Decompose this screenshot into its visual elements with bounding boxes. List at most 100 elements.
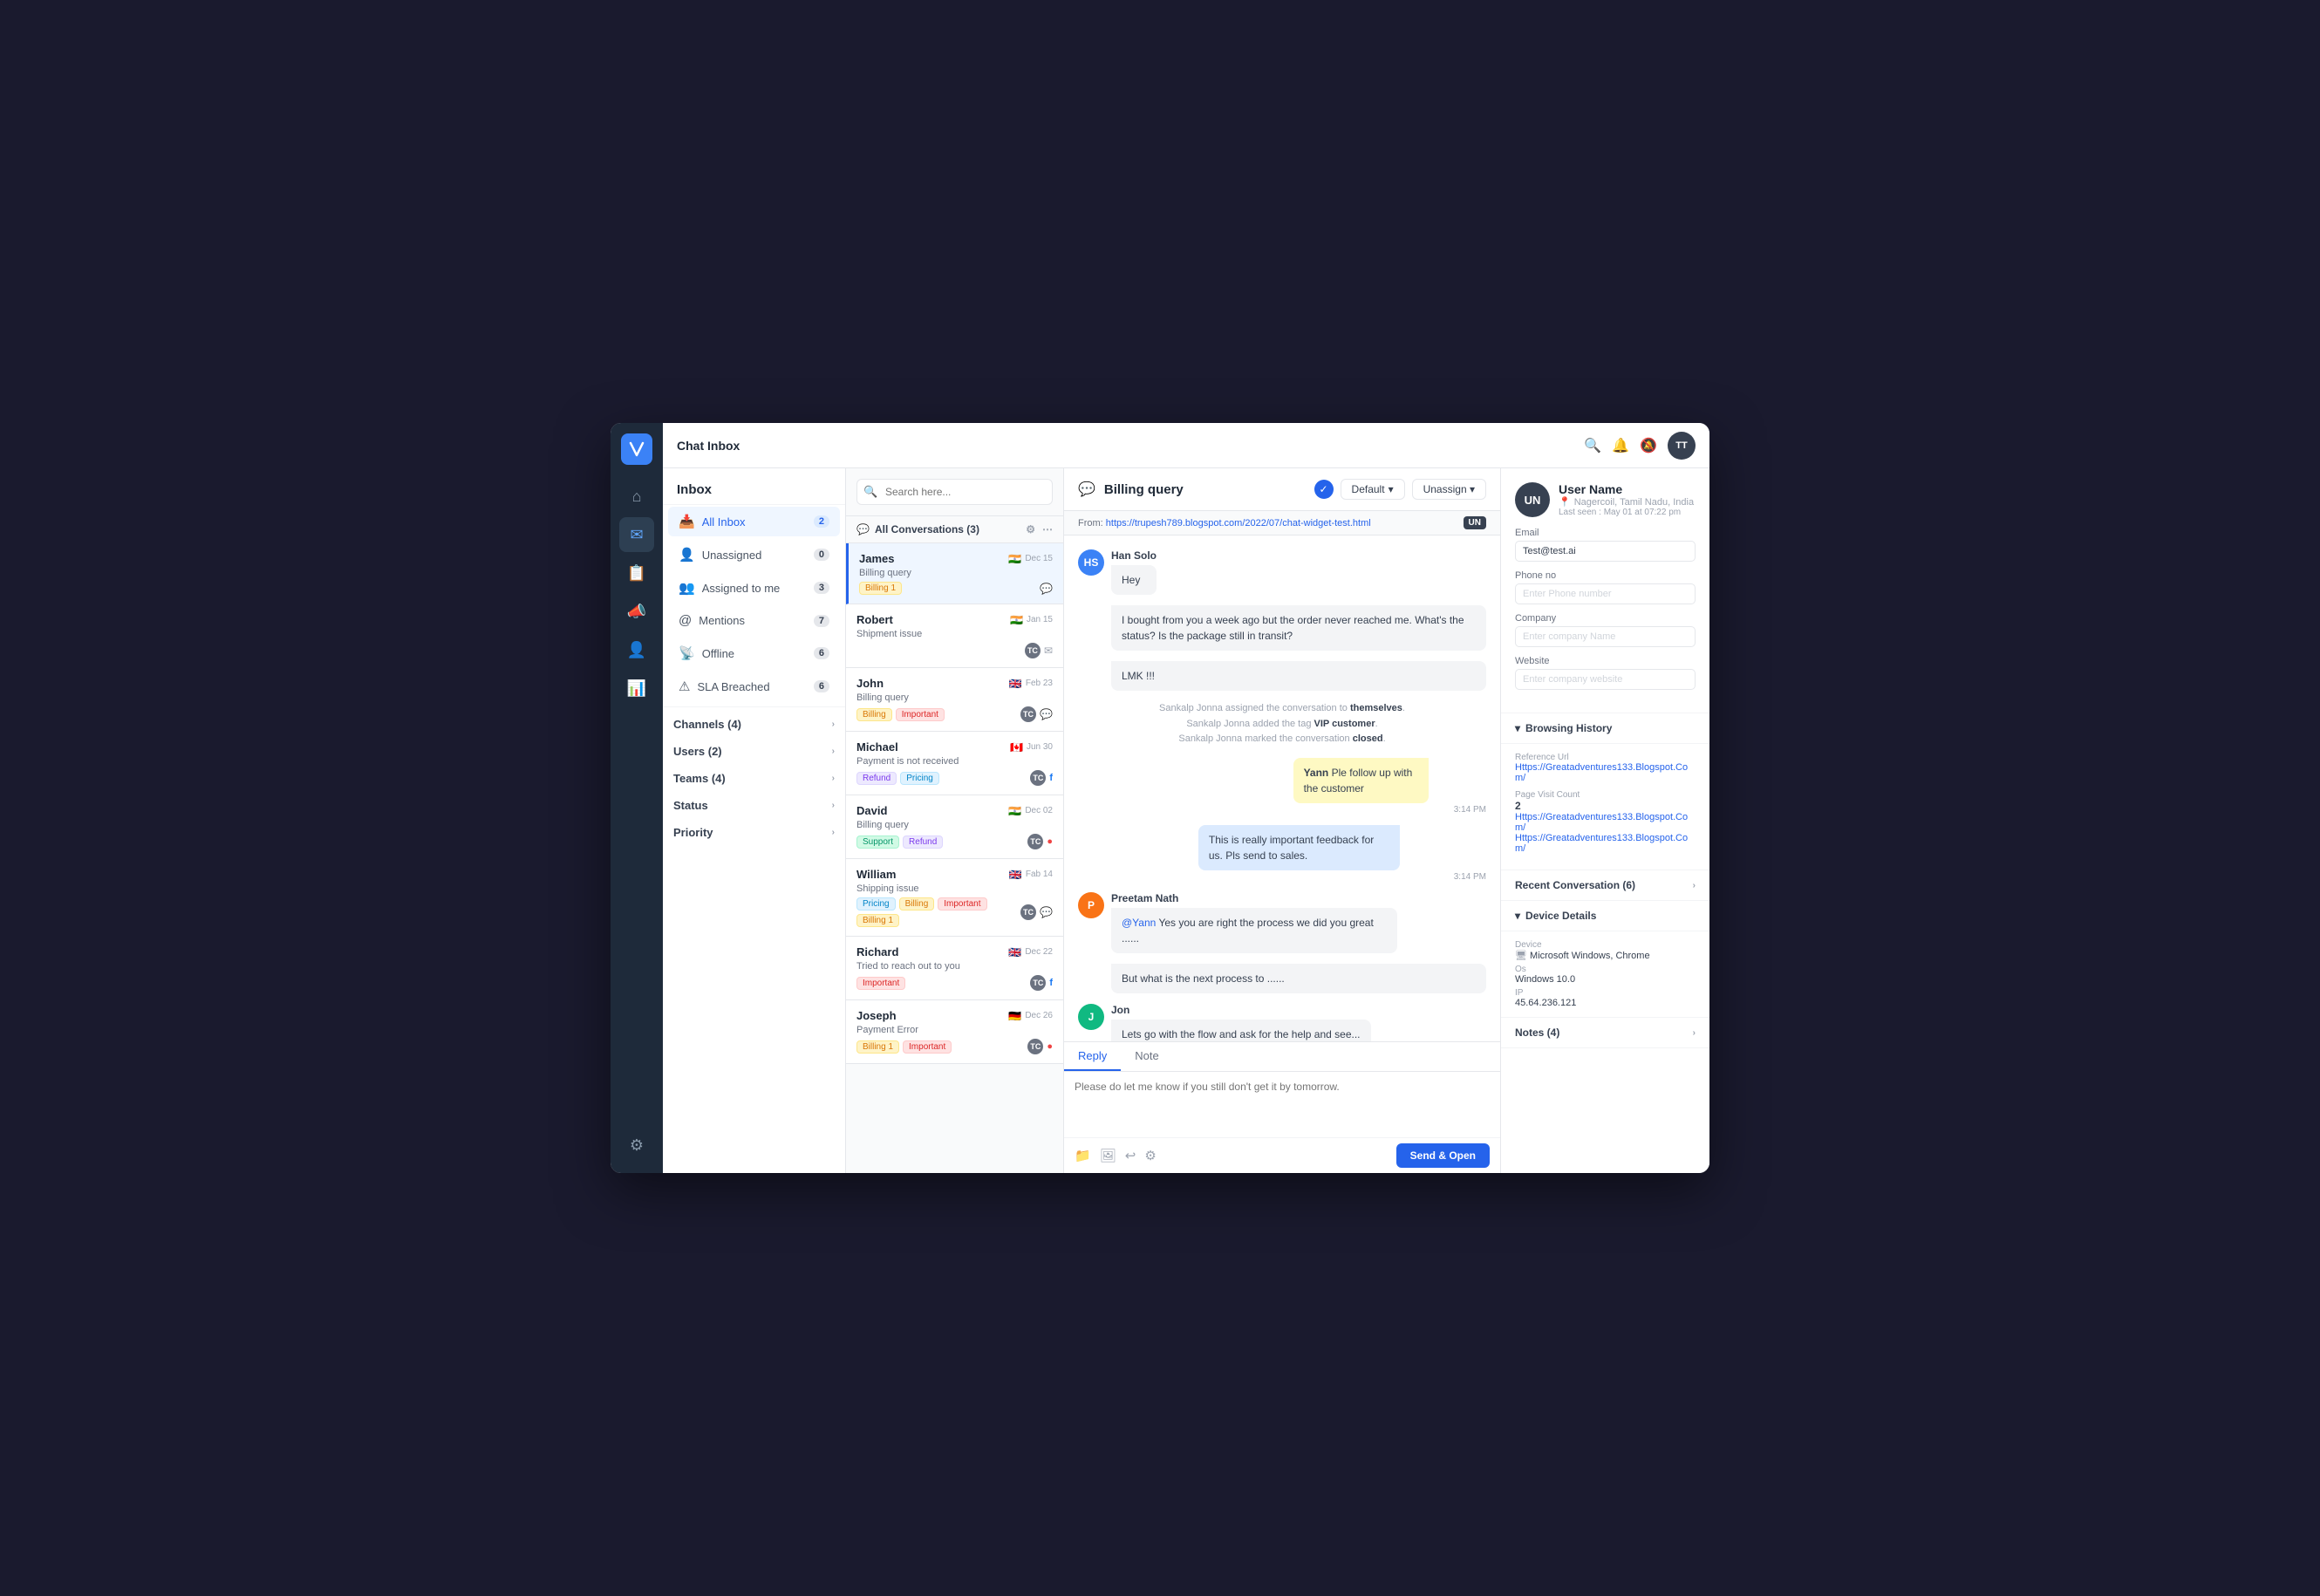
- nav-reports[interactable]: 📋: [619, 556, 654, 590]
- from-url[interactable]: https://trupesh789.blogspot.com/2022/07/…: [1106, 518, 1371, 529]
- sidebar-label-all-inbox: All Inbox: [702, 515, 807, 529]
- chat-icon: 💬: [1040, 906, 1053, 918]
- nav-campaigns[interactable]: 📣: [619, 594, 654, 629]
- search-input[interactable]: [856, 479, 1053, 505]
- conv-tag: Support: [856, 836, 899, 849]
- message-incoming: HS Han Solo Hey: [1078, 549, 1486, 595]
- conv-item-richard[interactable]: Richard 🇬🇧 Dec 22 Tried to reach out to …: [846, 937, 1063, 1000]
- conv-flag: 🇬🇧: [1008, 946, 1021, 958]
- conv-date: Jan 15: [1027, 615, 1053, 624]
- unassign-button[interactable]: Unassign ▾: [1412, 479, 1486, 500]
- attach-icon[interactable]: 📁: [1075, 1148, 1091, 1163]
- facebook-icon: f: [1049, 773, 1053, 783]
- mentions-icon: @: [679, 613, 692, 628]
- alerts-icon[interactable]: 🔕: [1640, 437, 1657, 454]
- user-avatar-top[interactable]: TT: [1668, 432, 1696, 460]
- sidebar-section-status[interactable]: Status ›: [663, 792, 845, 819]
- sidebar-badge-unassigned: 0: [814, 549, 829, 561]
- sidebar-section-priority[interactable]: Priority ›: [663, 819, 845, 846]
- conv-item-john[interactable]: John 🇬🇧 Feb 23 Billing query Billing Imp…: [846, 668, 1063, 732]
- page-count-label: Page Visit Count: [1515, 790, 1696, 800]
- device-details-header[interactable]: ▾ Device Details: [1501, 901, 1709, 931]
- sidebar-section-users[interactable]: Users (2) ›: [663, 738, 845, 765]
- top-header-title: Chat Inbox: [677, 439, 740, 453]
- sidebar-badge-all-inbox: 2: [814, 515, 829, 528]
- search-icon: 🔍: [863, 485, 877, 499]
- nav-contacts[interactable]: 👤: [619, 632, 654, 667]
- more-icon[interactable]: ⋯: [1042, 523, 1053, 535]
- conv-item-william[interactable]: William 🇬🇧 Fab 14 Shipping issue Pricing…: [846, 859, 1063, 937]
- emoji-icon[interactable]: ↩: [1125, 1148, 1136, 1163]
- ip-label: IP: [1515, 988, 1696, 998]
- nav-home[interactable]: ⌂: [619, 479, 654, 514]
- nav-analytics[interactable]: 📊: [619, 671, 654, 706]
- email-field[interactable]: [1515, 541, 1696, 562]
- send-button[interactable]: Send & Open: [1396, 1143, 1490, 1168]
- sidebar-item-unassigned[interactable]: 👤 Unassigned 0: [668, 540, 840, 570]
- sidebar-item-assigned-to-me[interactable]: 👥 Assigned to me 3: [668, 573, 840, 603]
- chat-bubble-icon: 💬: [1078, 481, 1095, 498]
- browsing-history-label: Browsing History: [1525, 722, 1612, 734]
- device-label: Device: [1515, 940, 1696, 950]
- chat-reply-area: Reply Note 📁 🖼 ↩ ⚙ Send & Open: [1064, 1041, 1500, 1173]
- sidebar-item-mentions[interactable]: @ Mentions 7: [668, 606, 840, 635]
- assigned-icon: 👥: [679, 580, 695, 596]
- conv-tag: Billing 1: [859, 582, 902, 595]
- conv-item-michael[interactable]: Michael 🇨🇦 Jun 30 Payment is not receive…: [846, 732, 1063, 795]
- conv-item-james[interactable]: James 🇮🇳 Dec 15 Billing query Billing 1: [846, 543, 1063, 604]
- message-outgoing: This is really important feedback for us…: [1078, 825, 1486, 882]
- nav-inbox[interactable]: ✉: [619, 517, 654, 552]
- conv-tag: Important: [896, 708, 945, 721]
- conv-name: John: [856, 677, 884, 690]
- tab-note[interactable]: Note: [1121, 1042, 1172, 1071]
- more-options-icon[interactable]: ⚙: [1144, 1148, 1156, 1163]
- status-label: Status: [673, 799, 708, 812]
- conv-date: Dec 02: [1025, 806, 1053, 815]
- tab-reply[interactable]: Reply: [1064, 1042, 1121, 1071]
- conv-item-robert[interactable]: Robert 🇮🇳 Jan 15 Shipment issue TC ✉: [846, 604, 1063, 668]
- company-field[interactable]: [1515, 626, 1696, 647]
- sidebar-item-all-inbox[interactable]: 📥 All Inbox 2: [668, 507, 840, 536]
- notifications-icon[interactable]: 🔔: [1612, 437, 1629, 454]
- search-icon[interactable]: 🔍: [1584, 437, 1601, 454]
- reply-input[interactable]: [1064, 1072, 1500, 1133]
- image-icon[interactable]: 🖼: [1100, 1148, 1116, 1163]
- filter-icon[interactable]: ⚙: [1026, 523, 1035, 535]
- sender-name: Jon: [1111, 1004, 1371, 1016]
- ref-url[interactable]: Https://Greatadventures133.Blogspot.Com/: [1515, 762, 1696, 783]
- sidebar-section-channels[interactable]: Channels (4) ›: [663, 711, 845, 738]
- conv-tag: Refund: [856, 772, 897, 785]
- sender-avatar: HS: [1078, 549, 1104, 576]
- channel-icon: ●: [1047, 1041, 1053, 1052]
- default-button[interactable]: Default ▾: [1341, 479, 1405, 500]
- browsing-history-header[interactable]: ▾ Browsing History: [1501, 713, 1709, 744]
- recent-conversation-header[interactable]: Recent Conversation (6) ›: [1501, 870, 1709, 901]
- page-url-2[interactable]: Https://Greatadventures133.Blogspot.Com/: [1515, 833, 1696, 854]
- top-header: Chat Inbox 🔍 🔔 🔕 TT: [663, 423, 1709, 468]
- conv-subject: Payment Error: [856, 1025, 1053, 1035]
- from-label: From:: [1078, 518, 1103, 529]
- message-bubble: LMK !!!: [1111, 661, 1486, 691]
- conv-flag: 🇮🇳: [1008, 805, 1021, 817]
- unassigned-icon: 👤: [679, 547, 695, 563]
- page-url-1[interactable]: Https://Greatadventures133.Blogspot.Com/: [1515, 812, 1696, 833]
- notes-header[interactable]: Notes (4) ›: [1501, 1018, 1709, 1048]
- phone-field[interactable]: [1515, 583, 1696, 604]
- sidebar-item-offline[interactable]: 📡 Offline 6: [668, 638, 840, 668]
- chat-area: 💬 Billing query ✓ Default ▾ Unassign ▾: [1064, 468, 1500, 1173]
- chevron-right-icon: ›: [832, 747, 835, 756]
- conv-item-david[interactable]: David 🇮🇳 Dec 02 Billing query Support Re…: [846, 795, 1063, 859]
- sidebar-item-sla-breached[interactable]: ⚠ SLA Breached 6: [668, 672, 840, 701]
- reply-footer: 📁 🖼 ↩ ⚙ Send & Open: [1064, 1137, 1500, 1173]
- whatsapp-icon: 💬: [1040, 708, 1053, 720]
- conv-name: William: [856, 868, 896, 881]
- message-bubble: I bought from you a week ago but the ord…: [1111, 605, 1486, 651]
- nav-settings[interactable]: ⚙: [619, 1128, 654, 1163]
- phone-label: Phone no: [1515, 570, 1696, 581]
- search-area: 🔍: [846, 468, 1063, 516]
- conv-name: Joseph: [856, 1009, 897, 1022]
- conv-item-joseph[interactable]: Joseph 🇩🇪 Dec 26 Payment Error Billing 1…: [846, 1000, 1063, 1064]
- sidebar-section-teams[interactable]: Teams (4) ›: [663, 765, 845, 792]
- sidebar-label-unassigned: Unassigned: [702, 549, 807, 562]
- website-field[interactable]: [1515, 669, 1696, 690]
